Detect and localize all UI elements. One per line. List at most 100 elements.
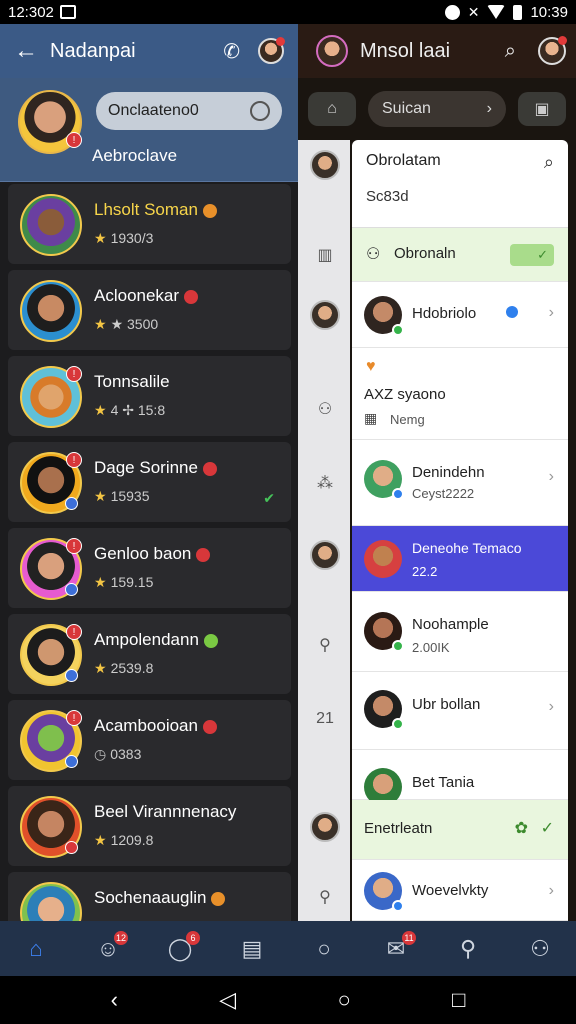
bottom-nav: ⌂ ☺ 12 ◯ 6 ▤ ○ ✉ 11 ⚲ ⚇: [0, 921, 576, 976]
heart-icon: [202, 719, 217, 734]
emoji-icon: [211, 891, 226, 906]
list-item[interactable]: Acloonekar ★ ★ 3500: [8, 270, 291, 350]
status-time-left: 12:302: [8, 3, 54, 21]
message-badge: 11: [402, 930, 416, 945]
search-icon[interactable]: [250, 101, 270, 121]
check-icon[interactable]: ✓: [541, 818, 554, 838]
recents-square-icon[interactable]: □: [452, 987, 465, 1013]
verified-icon: [392, 488, 404, 500]
contact-meta: ★ 15935: [94, 488, 150, 504]
contact-meta: ★ 159.15: [94, 574, 154, 590]
avatar[interactable]: [258, 37, 285, 64]
clock-icon: ◷: [94, 746, 107, 762]
suican-button[interactable]: Suican ›: [368, 91, 506, 127]
list-item[interactable]: Ubr bollan ›: [352, 672, 568, 750]
online-icon: [392, 640, 404, 652]
avatar[interactable]: [316, 35, 348, 67]
city-icon[interactable]: ▤: [232, 929, 272, 969]
list-item[interactable]: Lhsolt Soman ★ 1930/3: [8, 184, 291, 264]
heart-icon: ♥: [366, 358, 376, 375]
contact-meta: ★ 1930/3: [94, 230, 154, 246]
circle-icon[interactable]: ○: [304, 929, 344, 969]
row-sub: Ceyst2222: [412, 486, 475, 501]
rail-avatar[interactable]: [310, 540, 340, 570]
avatar-badge: !: [66, 366, 82, 382]
people-icon[interactable]: ⚇: [312, 396, 338, 422]
star-icon: ★: [94, 488, 107, 504]
status-time-right: 10:39: [530, 3, 568, 21]
tree-icon[interactable]: ⚲: [312, 632, 338, 658]
row-sub: 22.2: [412, 564, 438, 579]
online-icon: [392, 718, 404, 730]
contact-meta: ★ 2539.8: [94, 660, 154, 676]
contact-avatar: !: [20, 366, 82, 428]
star-icon: ★: [94, 402, 107, 418]
call-icon[interactable]: ✆: [223, 39, 240, 64]
list-item[interactable]: ! Acambooioan ◷ 0383: [8, 700, 291, 780]
rail-avatar[interactable]: [310, 812, 340, 842]
chat-badge: 12: [114, 930, 128, 945]
rail-avatar[interactable]: [310, 150, 340, 180]
star-icon: ★: [94, 660, 107, 676]
chat-group-icon[interactable]: ☺ 12: [88, 929, 128, 969]
search-icon[interactable]: ⌕: [505, 40, 516, 63]
notification-icon: [59, 5, 76, 19]
list-item[interactable]: Noohample 2.00IK: [352, 592, 568, 672]
chevron-right-icon: ›: [548, 882, 554, 899]
group-icon[interactable]: ⁂: [312, 470, 338, 496]
right-toolbar: ⌂ Suican › ▣: [298, 78, 576, 140]
contact-meta: ◷ 0383: [94, 746, 142, 762]
verified-icon: [65, 669, 78, 682]
back-arrow-icon[interactable]: ←: [14, 37, 44, 65]
back-triangle-icon[interactable]: ◁: [219, 987, 236, 1013]
left-header-title: Nadanpai: [50, 39, 136, 62]
list-item[interactable]: ! Genloo baon ★ 159.15: [8, 528, 291, 608]
pin-icon[interactable]: ⚲: [448, 929, 488, 969]
verified-icon: [65, 755, 78, 768]
profile-icon[interactable]: ⚇: [520, 929, 560, 969]
people-icon[interactable]: ◯ 6: [160, 929, 200, 969]
contact-meta: ★ 4 ✢ 15:8: [94, 402, 166, 418]
building-icon[interactable]: ▥: [312, 242, 338, 268]
panel-search[interactable]: Obrolatam Sc83d ⌕: [352, 140, 568, 228]
row-title: Ubr bollan: [412, 696, 481, 713]
list-item[interactable]: Denindehn Ceyst2222 ›: [352, 440, 568, 526]
list-item[interactable]: Beel Virannnenacy ★ 1209.8: [8, 786, 291, 866]
app-screen: 12:302 ✕ 10:39 ← Nadanpai ✆ ! Onclaateno…: [0, 0, 576, 1024]
search-text: Onclaateno0: [108, 102, 199, 119]
avatar-badge: !: [66, 538, 82, 554]
person-icon[interactable]: ⚲: [312, 884, 338, 910]
contact-name: Sochenaauglin: [94, 888, 226, 908]
list-item[interactable]: Woevelvkty ›: [352, 860, 568, 921]
left-header: ← Nadanpai ✆: [0, 24, 298, 78]
search-input[interactable]: Onclaateno0: [96, 92, 282, 130]
list-item[interactable]: ! Tonnsalile ★ 4 ✢ 15:8: [8, 356, 291, 436]
home-circle-icon[interactable]: ○: [337, 987, 350, 1013]
chat-button[interactable]: ▣: [518, 92, 566, 126]
list-item[interactable]: ♥ AXZ syaono ▦ Nemg: [352, 348, 568, 440]
list-item[interactable]: ! Ampolendann ★ 2539.8: [8, 614, 291, 694]
section-header[interactable]: ⚇ Obronaln ✓: [352, 228, 568, 282]
present-button[interactable]: ⌂: [308, 92, 356, 126]
section-title: Enetrleatn: [364, 820, 433, 837]
contact-name: Ampolendann: [94, 630, 218, 650]
profile-avatar[interactable]: !: [18, 90, 82, 154]
avatar[interactable]: [538, 36, 567, 65]
list-item[interactable]: Hdobriolo ›: [352, 282, 568, 348]
chevron-left-icon[interactable]: ‹: [111, 987, 118, 1013]
toggle-switch[interactable]: ✓: [510, 244, 554, 266]
search-icon[interactable]: ⌕: [544, 152, 554, 173]
list-item[interactable]: Bet Tania: [352, 750, 568, 806]
rail-avatar[interactable]: [310, 300, 340, 330]
rail-label[interactable]: 21: [312, 706, 338, 732]
list-item[interactable]: ! Dage Sorinne ★ 15935 ✔: [8, 442, 291, 522]
list-item-active[interactable]: Deneohe Temaco 22.2: [352, 526, 568, 592]
section-header[interactable]: Enetrleatn ✿ ✓: [352, 800, 568, 860]
message-icon[interactable]: ✉ 11: [376, 929, 416, 969]
row-avatar: [364, 540, 402, 578]
contact-avatar: [20, 796, 82, 858]
contact-meta: ★ ★ 3500: [94, 316, 159, 332]
panel-search-title: Obrolatam: [366, 152, 441, 169]
emoji-icon: [202, 203, 217, 218]
home-icon[interactable]: ⌂: [16, 929, 56, 969]
